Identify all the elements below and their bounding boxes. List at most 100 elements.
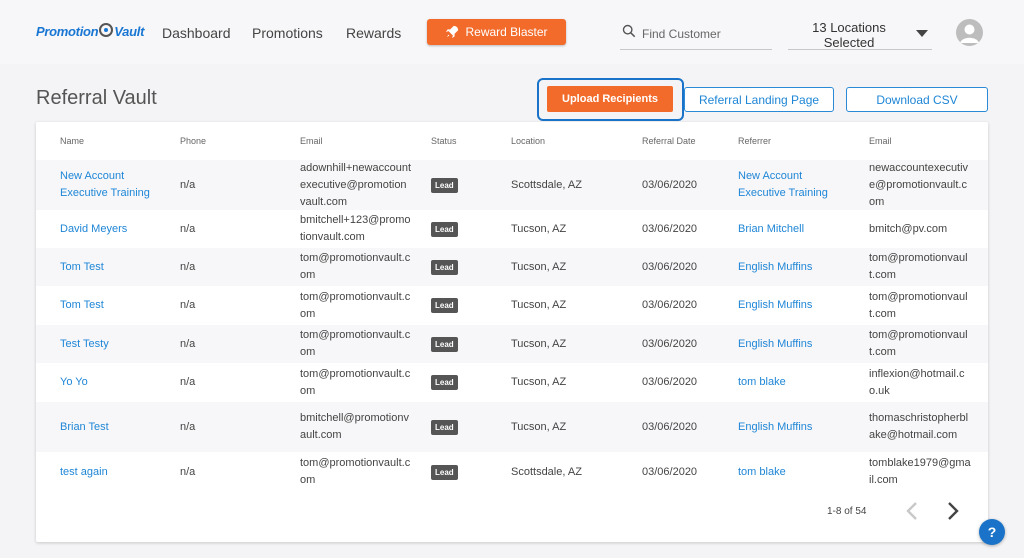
- row-referrer[interactable]: tom blake: [738, 374, 786, 391]
- row-referrer-email: bmitch@pv.com: [869, 222, 948, 235]
- col-header-referrer-email[interactable]: Email: [869, 136, 892, 146]
- table-row[interactable]: Test Testy n/a tom@promotionvault.com Lead T…: [36, 325, 988, 363]
- table-row[interactable]: David Meyers n/a bmitchell+123@promotionva…: [36, 210, 988, 248]
- table-row[interactable]: Tom Test n/a tom@promotionvault.com Lead Tuc…: [36, 286, 988, 325]
- row-name-cell: Brian Test: [60, 402, 172, 452]
- row-referral-date: 03/06/2020: [642, 465, 698, 478]
- row-referrer-email-cell: tom@promotionvault.com: [869, 286, 972, 325]
- row-referrer-email: newaccountexecutive@promotionvault.com: [869, 161, 969, 208]
- row-name[interactable]: David Meyers: [60, 221, 127, 238]
- row-referrer-email-cell: inflexion@hotmail.co.uk: [869, 363, 972, 402]
- locations-count: 13 Locations: [812, 20, 886, 35]
- row-referrer-cell: English Muffins: [738, 402, 850, 452]
- col-header-referral-date[interactable]: Referral Date: [642, 136, 696, 146]
- table-row[interactable]: Tom Test n/a tom@promotionvault.com Lead Tuc…: [36, 248, 988, 286]
- status-badge: Lead: [431, 419, 458, 435]
- table-row[interactable]: test again n/a tom@promotionvault.com Lead S…: [36, 452, 988, 492]
- row-name[interactable]: Tom Test: [60, 297, 104, 314]
- download-csv-button[interactable]: Download CSV: [846, 87, 988, 112]
- row-name[interactable]: New Account Executive Training: [60, 168, 172, 202]
- status-badge: Lead: [431, 375, 458, 390]
- row-email: tom@promotionvault.com: [300, 252, 411, 281]
- row-referrer[interactable]: English Muffins: [738, 259, 812, 276]
- row-email: bmitchell+123@promotionvault.com: [300, 214, 411, 243]
- row-referrer[interactable]: English Muffins: [738, 336, 812, 353]
- row-referrer[interactable]: tom blake: [738, 464, 786, 481]
- row-email: adownhill+newaccountexecutive@promotionv…: [300, 161, 411, 208]
- row-referrer-cell: New Account Executive Training: [738, 160, 850, 210]
- row-email: tom@promotionvault.com: [300, 367, 411, 397]
- row-name-cell: test again: [60, 452, 172, 492]
- referral-landing-page-button[interactable]: Referral Landing Page: [684, 87, 834, 112]
- row-phone-cell: n/a: [180, 402, 240, 452]
- search-icon: [622, 24, 636, 38]
- row-referral-date-cell: 03/06/2020: [642, 402, 722, 452]
- nav-promotions[interactable]: Promotions: [252, 25, 323, 41]
- reward-blaster-button[interactable]: Reward Blaster: [427, 19, 566, 45]
- page-title: Referral Vault: [36, 87, 157, 109]
- row-name[interactable]: Yo Yo: [60, 374, 88, 391]
- locations-selector[interactable]: 13 Locations Selected: [788, 20, 932, 50]
- search-input[interactable]: [642, 24, 770, 44]
- row-phone: n/a: [180, 299, 196, 311]
- row-referrer[interactable]: Brian Mitchell: [738, 221, 804, 238]
- chevron-right-icon[interactable]: [944, 500, 962, 522]
- top-header: Promotion Vault Dashboard Promotions Rewa…: [0, 0, 1024, 64]
- row-referrer-email-cell: bmitch@pv.com: [869, 210, 972, 248]
- pagination-range: 1-8 of 54: [827, 506, 867, 517]
- locations-label: 13 Locations Selected: [788, 20, 910, 50]
- promotion-vault-logo[interactable]: Promotion Vault: [36, 20, 144, 40]
- row-phone: n/a: [180, 337, 196, 350]
- row-referral-date-cell: 03/06/2020: [642, 363, 722, 402]
- table-row[interactable]: Brian Test n/a bmitchell@promotionvault.co…: [36, 402, 988, 452]
- rocket-icon: [446, 25, 459, 39]
- row-phone: n/a: [180, 178, 196, 191]
- chevron-left-icon[interactable]: [903, 500, 921, 522]
- row-referral-date: 03/06/2020: [642, 222, 698, 235]
- row-referrer[interactable]: English Muffins: [738, 419, 812, 436]
- row-name[interactable]: Brian Test: [60, 419, 109, 436]
- help-button[interactable]: ?: [979, 519, 1005, 545]
- referral-table: Name Phone Email Status Location Referra…: [36, 122, 988, 542]
- row-referrer[interactable]: New Account Executive Training: [738, 168, 850, 202]
- row-name-cell: Tom Test: [60, 286, 172, 325]
- find-customer-search[interactable]: [620, 20, 772, 50]
- col-header-status[interactable]: Status: [431, 136, 457, 146]
- row-referral-date: 03/06/2020: [642, 299, 698, 311]
- row-referral-date: 03/06/2020: [642, 178, 698, 191]
- row-location-cell: Scottsdale, AZ: [511, 452, 621, 492]
- row-referrer-email: tom@promotionvault.com: [869, 252, 968, 281]
- row-phone-cell: n/a: [180, 452, 240, 492]
- row-referrer-cell: English Muffins: [738, 248, 850, 286]
- status-badge: Lead: [431, 464, 458, 480]
- col-header-name[interactable]: Name: [60, 136, 84, 146]
- nav-dashboard[interactable]: Dashboard: [162, 25, 231, 41]
- upload-recipients-button[interactable]: Upload Recipients: [547, 86, 673, 112]
- row-email-cell: tom@promotionvault.com: [300, 325, 412, 363]
- table-row[interactable]: New Account Executive Training n/a adownhi…: [36, 160, 988, 210]
- status-badge: Lead: [431, 336, 458, 352]
- col-header-phone[interactable]: Phone: [180, 136, 206, 146]
- row-name[interactable]: Test Testy: [60, 336, 109, 353]
- row-phone-cell: n/a: [180, 210, 240, 248]
- row-referrer-email: tom@promotionvault.com: [869, 290, 968, 320]
- row-referrer-email-cell: tom@promotionvault.com: [869, 248, 972, 286]
- col-header-referrer[interactable]: Referrer: [738, 136, 771, 146]
- row-location: Tucson, AZ: [511, 260, 567, 273]
- row-referral-date: 03/06/2020: [642, 260, 698, 273]
- nav-rewards[interactable]: Rewards: [346, 25, 401, 41]
- row-phone: n/a: [180, 465, 196, 478]
- user-avatar-icon[interactable]: [956, 19, 983, 46]
- row-phone: n/a: [180, 420, 196, 433]
- row-location-cell: Tucson, AZ: [511, 248, 621, 286]
- row-name[interactable]: Tom Test: [60, 259, 104, 276]
- table-row[interactable]: Yo Yo n/a tom@promotionvault.com Lead Tucson…: [36, 363, 988, 402]
- row-referrer-email-cell: thomaschristopherblake@hotmail.com: [869, 402, 972, 452]
- row-referrer[interactable]: English Muffins: [738, 297, 812, 314]
- status-badge: Lead: [431, 221, 458, 237]
- row-email-cell: bmitchell@promotionvault.com: [300, 402, 412, 452]
- col-header-location[interactable]: Location: [511, 136, 545, 146]
- row-name[interactable]: test again: [60, 464, 108, 481]
- row-email: tom@promotionvault.com: [300, 457, 411, 486]
- col-header-email[interactable]: Email: [300, 136, 323, 146]
